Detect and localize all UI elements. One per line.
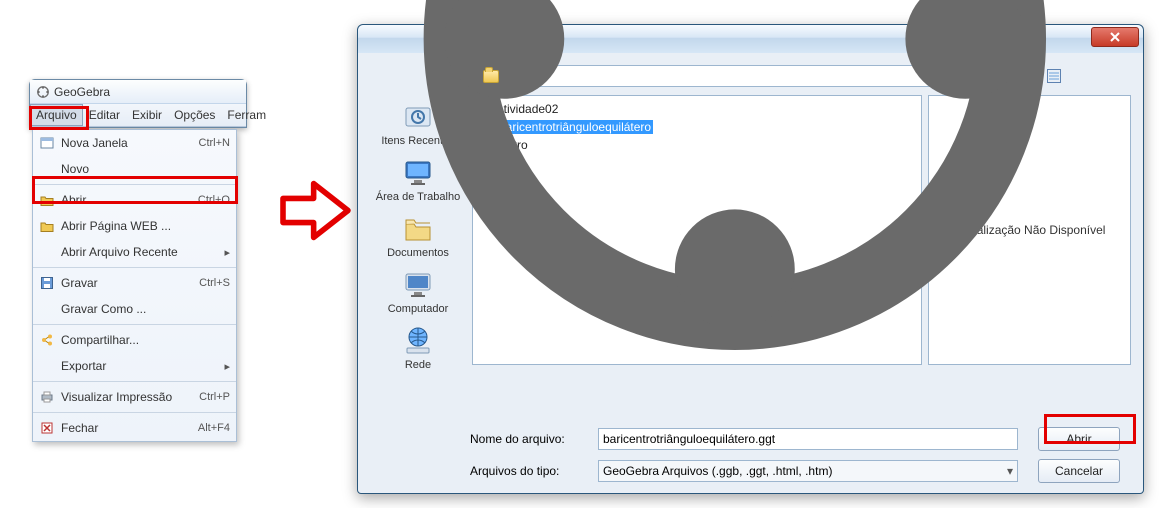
cancel-button[interactable]: Cancelar <box>1038 459 1120 483</box>
open-button[interactable]: Abrir <box>1038 427 1120 451</box>
blank-icon <box>39 161 55 177</box>
geogebra-titlebar: GeoGebra <box>30 80 246 104</box>
filetype-combo[interactable]: GeoGebra Arquivos (.ggb, .ggt, .html, .h… <box>598 460 1018 482</box>
close-icon <box>1109 31 1121 43</box>
menu-editar[interactable]: Editar <box>83 104 126 126</box>
menu-item-fechar[interactable]: Fechar Alt+F4 <box>33 415 236 441</box>
blank-icon <box>39 244 55 260</box>
menu-item-shortcut: Alt+F4 <box>198 422 230 434</box>
menu-item-label: Novo <box>61 162 224 176</box>
folder-icon <box>483 70 499 83</box>
menu-item-novo[interactable]: Novo <box>33 156 236 182</box>
save-icon <box>39 275 55 291</box>
open-dialog-titlebar: Abrir <box>358 25 1143 53</box>
menu-item-abrir[interactable]: Abrir ... Ctrl+O <box>33 187 236 213</box>
menu-item-shortcut: ▸ <box>224 246 230 259</box>
menu-item-shortcut: Ctrl+N <box>199 137 230 149</box>
menu-item-shortcut: Ctrl+P <box>199 391 230 403</box>
blank-icon <box>39 301 55 317</box>
menu-ferram[interactable]: Ferram <box>221 104 272 126</box>
filename-label: Nome do arquivo: <box>470 432 590 446</box>
geogebra-icon <box>36 85 50 99</box>
filetype-value: GeoGebra Arquivos (.ggb, .ggt, .html, .h… <box>603 464 832 478</box>
close-button[interactable] <box>1091 27 1139 47</box>
menu-item-nova-janela[interactable]: Nova Janela Ctrl+N <box>33 130 236 156</box>
filename-input[interactable] <box>598 428 1018 450</box>
blank-icon <box>39 358 55 374</box>
menu-arquivo[interactable]: Arquivo <box>30 104 83 126</box>
menu-item-shortcut: ▸ <box>224 360 230 373</box>
geogebra-menubar: Arquivo Editar Exibir Opções Ferram <box>30 104 246 127</box>
share-icon <box>39 332 55 348</box>
arquivo-dropdown: Nova JanelaCtrl+NNovoAbrir ...Ctrl+OAbri… <box>32 129 237 442</box>
menu-item-label: Abrir Arquivo Recente <box>61 245 218 259</box>
menu-item-gravar[interactable]: Gravar Ctrl+S <box>33 270 236 296</box>
menu-item-label: Fechar <box>61 421 192 435</box>
print-icon <box>39 389 55 405</box>
menu-item-abrir-arquivo-recente[interactable]: Abrir Arquivo Recente ▸ <box>33 239 236 265</box>
menu-item-label: Abrir Página WEB ... <box>61 219 224 233</box>
menu-item-label: Visualizar Impressão <box>61 390 193 404</box>
filetype-label: Arquivos do tipo: <box>470 464 590 478</box>
menu-item-label: Compartilhar... <box>61 333 224 347</box>
menu-item-label: Gravar Como ... <box>61 302 224 316</box>
menu-item-visualizar-impress-o[interactable]: Visualizar Impressão Ctrl+P <box>33 384 236 410</box>
menu-item-label: Gravar <box>61 276 193 290</box>
menu-item-exportar[interactable]: Exportar ▸ <box>33 353 236 379</box>
menu-item-compartilhar[interactable]: Compartilhar... <box>33 327 236 353</box>
menu-item-shortcut: Ctrl+S <box>199 277 230 289</box>
geogebra-title: GeoGebra <box>54 85 110 99</box>
geogebra-icon <box>366 0 1104 408</box>
chevron-down-icon: ▾ <box>1007 464 1013 478</box>
menu-opcoes[interactable]: Opções <box>168 104 221 126</box>
folder-icon <box>39 192 55 208</box>
menu-item-label: Exportar <box>61 359 218 373</box>
geogebra-window: GeoGebra Arquivo Editar Exibir Opções Fe… <box>29 79 247 128</box>
window-icon <box>39 135 55 151</box>
menu-exibir[interactable]: Exibir <box>126 104 168 126</box>
menu-item-label: Nova Janela <box>61 136 193 150</box>
folder-icon <box>39 218 55 234</box>
menu-item-label: Abrir ... <box>61 193 192 207</box>
menu-item-shortcut: Ctrl+O <box>198 194 230 206</box>
arrow-right-icon <box>278 178 353 243</box>
menu-item-abrir-p-gina-web[interactable]: Abrir Página WEB ... <box>33 213 236 239</box>
open-dialog: Abrir Ver em: aula-07 ▾ Itens RecentesÁr… <box>357 24 1144 494</box>
close-icon <box>39 420 55 436</box>
menu-item-gravar-como[interactable]: Gravar Como ... <box>33 296 236 322</box>
